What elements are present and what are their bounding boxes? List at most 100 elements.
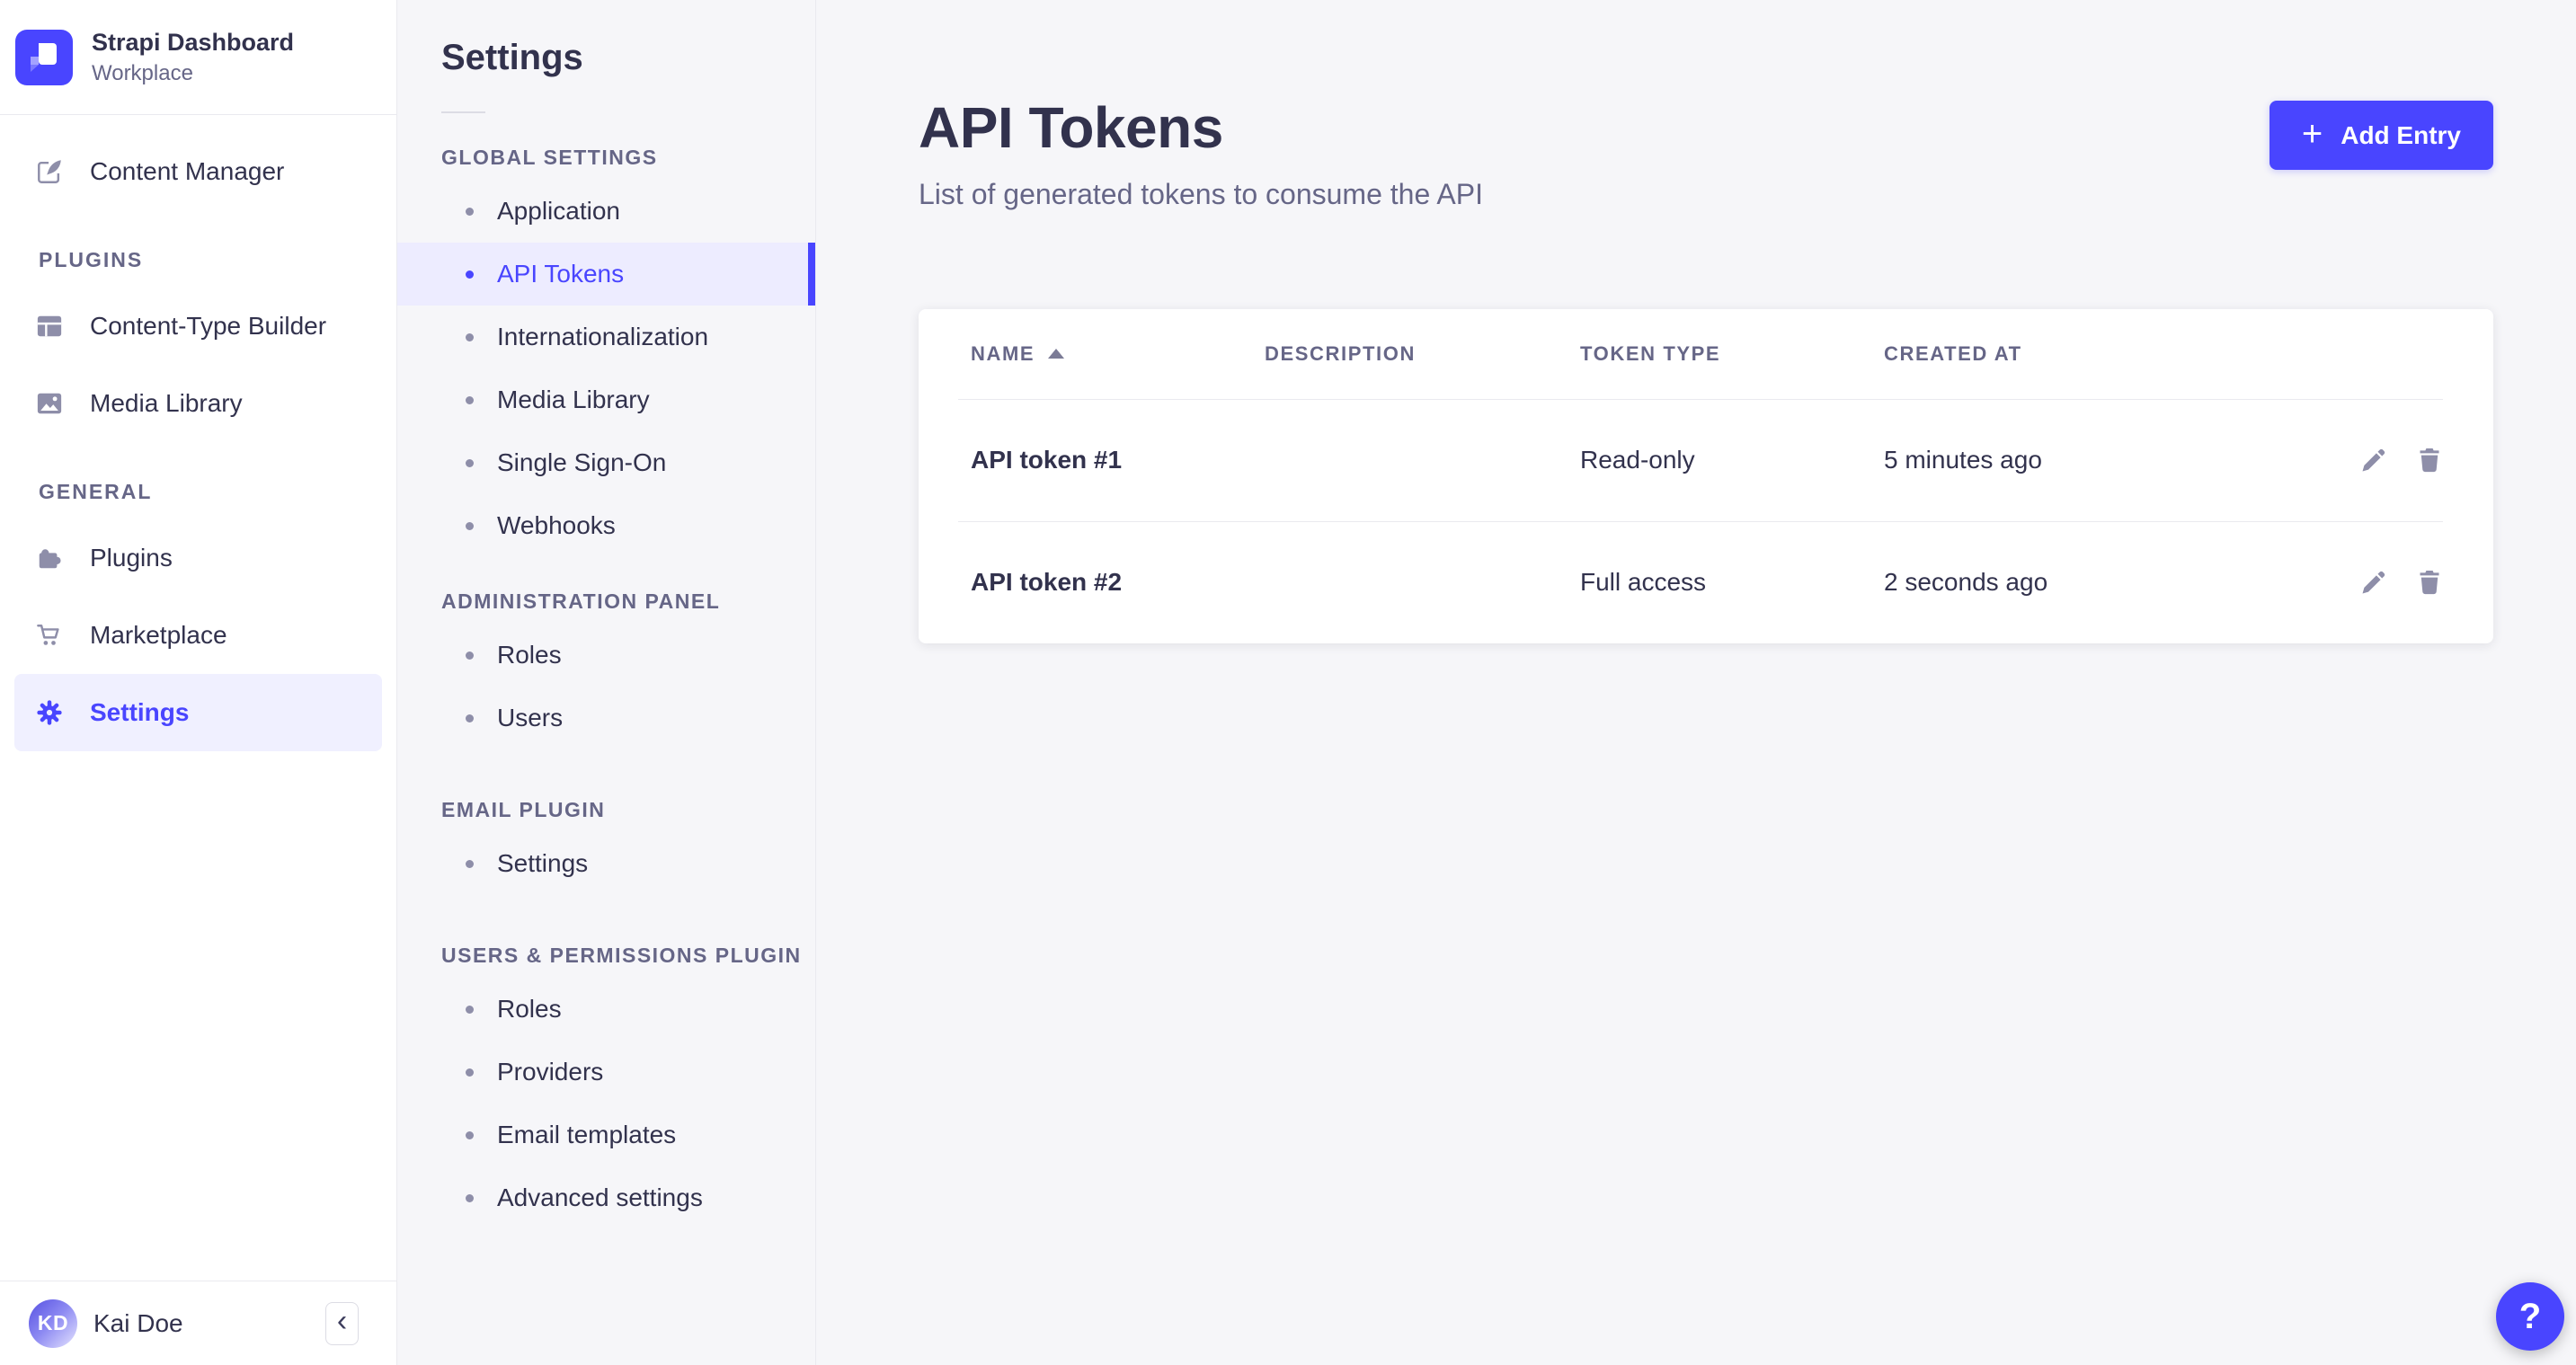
column-header-token-type[interactable]: TOKEN TYPE [1580,342,1884,366]
page-header: API Tokens List of generated tokens to c… [919,93,2493,212]
subnav-item-up-roles[interactable]: Roles [397,978,815,1041]
sidebar-section-label-general: GENERAL [39,482,396,501]
row-actions [2276,565,2447,599]
edit-token-button[interactable] [2357,443,2391,477]
add-entry-button[interactable]: + Add Entry [2270,101,2493,170]
sidebar-item-settings[interactable]: Settings [14,674,382,751]
subnav-section-email-plugin: EMAIL PLUGIN Settings [397,800,815,895]
sidebar-item-label: Settings [90,698,189,727]
subnav-item-webhooks[interactable]: Webhooks [397,494,815,557]
subnav-item-internationalization[interactable]: Internationalization [397,306,815,368]
bullet-icon [466,714,474,722]
image-icon [36,390,63,417]
sidebar-item-label: Content Manager [90,157,284,186]
bullet-icon [466,1131,474,1139]
pencil-icon [2359,446,2388,474]
token-created-at: 2 seconds ago [1884,568,2276,597]
sidebar-user-footer: KD Kai Doe ‹ [0,1281,396,1365]
subnav-item-label: API Tokens [497,260,624,288]
workspace-titles: Strapi Dashboard Workplace [92,28,294,87]
bullet-icon [466,270,474,279]
sidebar-item-label: Content-Type Builder [90,312,326,341]
subnav-section-label: EMAIL PLUGIN [397,800,815,820]
subnav-item-email-templates[interactable]: Email templates [397,1104,815,1166]
sidebar-item-label: Plugins [90,544,173,572]
subnav-item-application[interactable]: Application [397,180,815,243]
subnav-section-label: ADMINISTRATION PANEL [397,591,815,611]
column-header-label: NAME [971,342,1035,366]
table-row-api-token-1[interactable]: API token #1 Read-only 5 minutes ago [919,399,2493,521]
trash-icon [2415,446,2444,474]
subnav-item-label: Settings [497,849,588,878]
subnav-item-label: Application [497,197,620,226]
sidebar-item-marketplace[interactable]: Marketplace [14,597,382,674]
sidebar-item-content-type-builder[interactable]: Content-Type Builder [14,288,382,365]
subnav-item-single-sign-on[interactable]: Single Sign-On [397,431,815,494]
strapi-dashboard-app: Strapi Dashboard Workplace Content Manag… [0,0,2576,1365]
sidebar-item-plugins[interactable]: Plugins [14,519,382,597]
column-header-label: TOKEN TYPE [1580,342,1720,366]
sidebar-item-media-library[interactable]: Media Library [14,365,382,442]
subnav-item-email-settings[interactable]: Settings [397,832,815,895]
subnav-item-label: Media Library [497,386,650,414]
column-header-created-at[interactable]: CREATED AT [1884,342,2276,366]
sidebar-item-label: Marketplace [90,621,227,650]
token-type: Full access [1580,568,1884,597]
avatar[interactable]: KD [29,1299,77,1348]
settings-subnav: Settings GLOBAL SETTINGS Application API… [397,0,816,1365]
edit-token-button[interactable] [2357,565,2391,599]
subnav-item-roles[interactable]: Roles [397,624,815,687]
gear-icon [36,699,63,726]
shopping-cart-icon [36,622,63,649]
token-type: Read-only [1580,446,1884,474]
workspace-brand[interactable]: Strapi Dashboard Workplace [0,0,396,115]
bullet-icon [466,396,474,404]
collapse-sidebar-button[interactable]: ‹ [325,1302,359,1345]
subnav-item-users[interactable]: Users [397,687,815,749]
layout-grid-icon [36,313,63,340]
delete-token-button[interactable] [2412,565,2447,599]
subnav-title: Settings [397,36,815,79]
sort-ascending-icon [1048,349,1064,359]
subnav-item-media-library[interactable]: Media Library [397,368,815,431]
subnav-item-label: Internationalization [497,323,708,351]
puzzle-icon [36,545,63,572]
bullet-icon [466,208,474,216]
page-subtitle: List of generated tokens to consume the … [919,176,1483,212]
sidebar-item-content-manager[interactable]: Content Manager [14,133,382,210]
app-title: Strapi Dashboard [92,28,294,58]
sidebar-section-label-plugins: PLUGINS [39,250,396,270]
bullet-icon [466,459,474,467]
user-name: Kai Doe [93,1309,183,1338]
main-content: API Tokens List of generated tokens to c… [816,0,2576,1365]
subnav-section-label: GLOBAL SETTINGS [397,147,815,167]
subnav-item-label: Email templates [497,1121,676,1149]
subnav-item-providers[interactable]: Providers [397,1041,815,1104]
token-name: API token #1 [971,446,1265,474]
column-header-description[interactable]: DESCRIPTION [1265,342,1580,366]
subnav-item-api-tokens[interactable]: API Tokens [397,243,815,306]
help-button[interactable]: ? [2496,1282,2564,1351]
page-header-titles: API Tokens List of generated tokens to c… [919,93,1483,212]
main-sidebar: Strapi Dashboard Workplace Content Manag… [0,0,397,1365]
table-row-api-token-2[interactable]: API token #2 Full access 2 seconds ago [919,521,2493,643]
plus-icon: + [2302,116,2323,152]
subnav-item-advanced-settings[interactable]: Advanced settings [397,1166,815,1229]
strapi-logo-icon [15,30,73,85]
page-title: API Tokens [919,93,1483,162]
bullet-icon [466,1194,474,1202]
column-header-name[interactable]: NAME [971,342,1265,366]
pencil-icon [2359,568,2388,597]
column-header-label: DESCRIPTION [1265,342,1416,366]
bullet-icon [466,333,474,341]
sidebar-nav: Content Manager PLUGINS Content-Type Bui… [0,115,396,1281]
subnav-item-label: Single Sign-On [497,448,666,477]
row-actions [2276,443,2447,477]
subnav-section-users-permissions-plugin: USERS & PERMISSIONS PLUGIN Roles Provide… [397,945,815,1229]
sidebar-item-label: Media Library [90,389,243,418]
bullet-icon [466,1006,474,1014]
delete-token-button[interactable] [2412,443,2447,477]
subnav-section-administration-panel: ADMINISTRATION PANEL Roles Users [397,591,815,749]
column-header-label: CREATED AT [1884,342,2022,366]
bullet-icon [466,522,474,530]
